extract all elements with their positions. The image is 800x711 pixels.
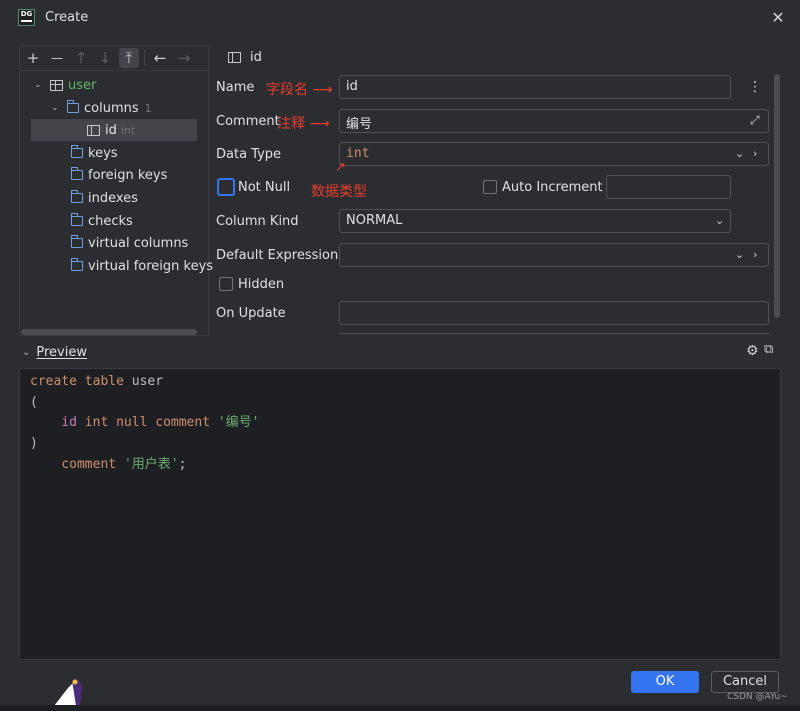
- default-expression-field[interactable]: [339, 243, 769, 267]
- tree-toolbar: + — ↑ ↓ ⤒ ← →: [20, 46, 208, 71]
- tree-item-virtual-columns[interactable]: virtual columns: [71, 232, 188, 254]
- tree-item-label: virtual foreign keys: [88, 258, 214, 274]
- remove-icon[interactable]: —: [47, 48, 67, 68]
- name-label: Name: [216, 80, 255, 95]
- column-kind-select[interactable]: NORMAL: [339, 209, 731, 233]
- not-null-checkbox[interactable]: [217, 178, 235, 196]
- hidden-checkbox[interactable]: [219, 277, 233, 291]
- cancel-button[interactable]: Cancel: [711, 671, 779, 693]
- chevron-down-icon[interactable]: ⌄: [735, 147, 744, 160]
- chevron-right-icon[interactable]: ›: [753, 248, 757, 261]
- datagrip-logo-icon: DG: [18, 9, 35, 26]
- column-kind-label: Column Kind: [216, 214, 299, 229]
- tree-item-user-table[interactable]: ⌄ user: [34, 74, 96, 96]
- form-vertical-scrollbar[interactable]: [774, 74, 780, 318]
- folder-icon: [71, 213, 83, 226]
- tree-item-label: keys: [88, 145, 118, 161]
- close-icon[interactable]: ✕: [768, 8, 788, 28]
- tree-item-label: foreign keys: [88, 167, 168, 183]
- tree-item-columns[interactable]: ⌄ columns 1: [51, 97, 152, 119]
- auto-increment-label: Auto Increment: [502, 180, 603, 195]
- tree-horizontal-scrollbar[interactable]: [21, 329, 197, 335]
- folder-icon: [71, 145, 83, 158]
- schema-tree-panel: + — ↑ ↓ ⤒ ← → ⌄ user ⌄ columns 1 id int …: [19, 45, 213, 336]
- column-icon: [87, 124, 100, 136]
- annotation-arrow-up-icon: ↗: [335, 160, 346, 175]
- folder-icon: [71, 258, 83, 271]
- more-options-icon[interactable]: ⋮: [748, 79, 762, 95]
- open-external-icon[interactable]: ⧉: [764, 342, 773, 357]
- on-update-label: On Update: [216, 306, 286, 321]
- folder-icon: [71, 190, 83, 203]
- sql-preview-code: create table user ( id int null comment …: [30, 374, 260, 472]
- auto-increment-checkbox[interactable]: [483, 180, 497, 194]
- tree-item-label: user: [68, 77, 97, 93]
- data-type-field[interactable]: int: [339, 142, 769, 166]
- bottom-edge: [0, 705, 800, 711]
- move-down-icon[interactable]: ↓: [95, 48, 115, 68]
- move-up-icon[interactable]: ↑: [71, 48, 91, 68]
- chevron-down-icon[interactable]: ⌄: [715, 214, 724, 227]
- forward-arrow-icon[interactable]: →: [174, 48, 194, 68]
- default-expression-label: Default Expression: [216, 248, 339, 263]
- auto-increment-field[interactable]: [606, 175, 731, 199]
- chevron-right-icon[interactable]: ›: [753, 147, 757, 160]
- comment-field[interactable]: 编号: [339, 109, 769, 133]
- tree-item-column-id[interactable]: id int: [31, 119, 197, 141]
- form-header: id: [228, 50, 262, 65]
- folder-icon: [67, 100, 79, 113]
- chevron-down-icon: ⌄: [51, 103, 59, 113]
- back-arrow-icon[interactable]: ←: [150, 48, 170, 68]
- toolbar-divider: [144, 50, 145, 66]
- settings-gear-icon[interactable]: ⚙: [746, 343, 759, 359]
- comment-label: Comment: [216, 114, 280, 129]
- table-icon: [50, 79, 63, 91]
- move-to-top-icon[interactable]: ⤒: [119, 48, 139, 68]
- chevron-down-icon[interactable]: ⌄: [735, 248, 744, 261]
- on-update-field[interactable]: [339, 301, 769, 325]
- tree-item-label: columns: [84, 100, 139, 116]
- tree-item-foreign-keys[interactable]: foreign keys: [71, 164, 167, 186]
- watermark: CSDN @AYu~: [727, 692, 788, 702]
- preview-header[interactable]: ⌄ Preview: [22, 345, 87, 360]
- name-field[interactable]: id: [339, 75, 731, 99]
- tree-item-indexes[interactable]: indexes: [71, 187, 138, 209]
- mascot-illustration: [54, 679, 82, 706]
- chevron-down-icon: ⌄: [22, 347, 31, 358]
- folder-icon: [71, 167, 83, 180]
- annotation-comment: 注释 ⟶: [277, 116, 330, 132]
- add-icon[interactable]: +: [23, 48, 43, 68]
- tree-item-virtual-foreign-keys[interactable]: virtual foreign keys: [71, 255, 213, 277]
- tree-item-label: checks: [88, 213, 133, 229]
- expand-icon[interactable]: ⤢: [750, 113, 760, 128]
- folder-icon: [71, 235, 83, 248]
- column-icon: [228, 52, 241, 63]
- tree-item-label: id: [105, 122, 117, 138]
- annotation-data-type: 数据类型: [311, 184, 367, 200]
- ok-button[interactable]: OK: [631, 671, 699, 693]
- tree-item-keys[interactable]: keys: [71, 142, 118, 164]
- next-field-edge: [339, 333, 769, 334]
- form-header-title: id: [250, 50, 262, 65]
- columns-count: 1: [144, 101, 152, 115]
- tree-item-checks[interactable]: checks: [71, 210, 133, 232]
- data-type-label: Data Type: [216, 147, 282, 162]
- tree-item-label: indexes: [88, 190, 138, 206]
- preview-title: Preview: [36, 345, 87, 360]
- tree-item-label: virtual columns: [88, 235, 189, 251]
- annotation-field-name: 字段名 ⟶: [266, 82, 333, 98]
- not-null-label: Not Null: [238, 180, 291, 195]
- column-type-hint: int: [120, 123, 136, 137]
- window-title: Create: [45, 10, 89, 25]
- title-bar: [0, 0, 800, 38]
- chevron-down-icon: ⌄: [34, 80, 42, 90]
- hidden-label: Hidden: [238, 277, 285, 292]
